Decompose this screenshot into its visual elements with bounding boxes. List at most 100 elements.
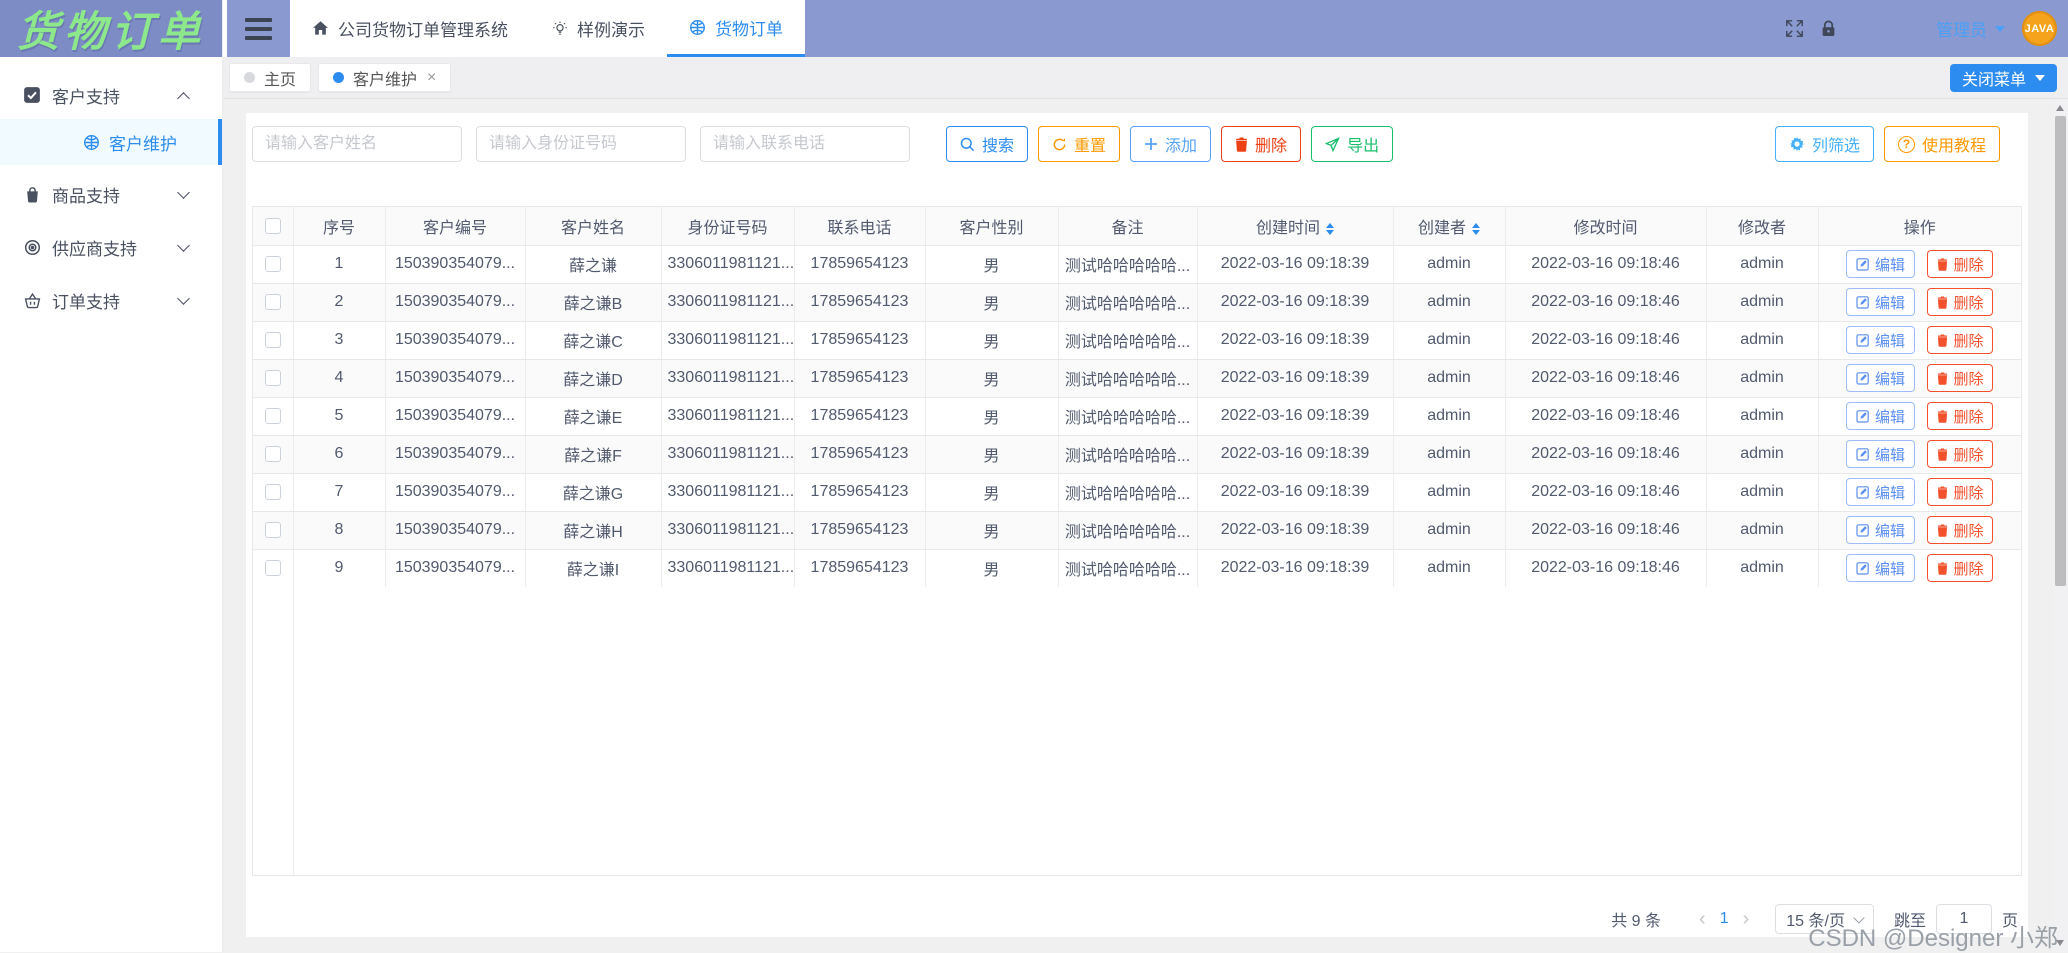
- select-all-checkbox[interactable]: [264, 217, 281, 234]
- nav-item-cargo-orders[interactable]: 货物订单: [667, 0, 805, 57]
- edit-button[interactable]: 编辑: [1846, 402, 1916, 430]
- sidebar-menu: 客户支持 客户维护 商品支持 供应商支持 订单支持: [0, 57, 222, 324]
- search-button[interactable]: 搜索: [946, 126, 1029, 162]
- cell-phone: 17859654123: [794, 549, 926, 588]
- cell-customer-id: 150390354079...: [385, 359, 526, 398]
- row-delete-button[interactable]: 删除: [1927, 516, 1994, 544]
- row-checkbox[interactable]: [264, 369, 281, 386]
- sidebar-item-customer-maintain[interactable]: 客户维护: [0, 119, 222, 165]
- cell-name: 薛之谦E: [525, 397, 662, 436]
- cell-creator: admin: [1393, 397, 1506, 436]
- hamburger-button[interactable]: [227, 0, 290, 57]
- cell-name: 薛之谦F: [525, 435, 662, 474]
- edit-icon: [1856, 257, 1870, 271]
- cell-updated-at: 2022-03-16 09:18:46: [1505, 511, 1707, 550]
- prev-page-button[interactable]: ‹: [1699, 909, 1706, 929]
- sidebar-item-order-support[interactable]: 订单支持: [0, 276, 222, 324]
- row-delete-button[interactable]: 删除: [1927, 478, 1994, 506]
- cell-created-at: 2022-03-16 09:18:39: [1197, 321, 1394, 360]
- cell-updated-at: 2022-03-16 09:18:46: [1505, 397, 1707, 436]
- user-menu[interactable]: 管理员: [1936, 16, 2005, 41]
- edit-button[interactable]: 编辑: [1846, 250, 1916, 278]
- row-delete-button[interactable]: 删除: [1927, 364, 1994, 392]
- avatar[interactable]: JAVA: [2022, 11, 2057, 46]
- tab-dot-icon: [244, 72, 255, 83]
- fullscreen-icon[interactable]: [1785, 19, 1804, 38]
- cell-updated-at: 2022-03-16 09:18:46: [1505, 321, 1707, 360]
- row-delete-button[interactable]: 删除: [1927, 402, 1994, 430]
- scrollbar-thumb[interactable]: [2055, 116, 2066, 586]
- tab-customer-maintain[interactable]: 客户维护 ×: [318, 63, 452, 92]
- row-delete-button[interactable]: 删除: [1927, 288, 1994, 316]
- sidebar-item-customer-support[interactable]: 客户支持: [0, 71, 222, 119]
- nav-item-system[interactable]: 公司货物订单管理系统: [290, 0, 530, 57]
- pagination: 共 9 条 ‹ 1 › 15 条/页 跳至 页: [252, 903, 2022, 935]
- row-checkbox[interactable]: [264, 407, 281, 424]
- cell-gender: 男: [925, 397, 1059, 436]
- caret-down-icon: [1995, 25, 2005, 32]
- reset-button[interactable]: 重置: [1038, 126, 1121, 162]
- edit-button[interactable]: 编辑: [1846, 440, 1916, 468]
- edit-button[interactable]: 编辑: [1846, 478, 1916, 506]
- scroll-up-arrow-icon[interactable]: [2056, 105, 2064, 111]
- row-checkbox[interactable]: [264, 331, 281, 348]
- sidebar-item-supplier-support[interactable]: 供应商支持: [0, 223, 222, 271]
- row-checkbox-cell: [253, 549, 294, 588]
- tab-home[interactable]: 主页: [229, 63, 312, 92]
- cell-actions: 编辑 删除: [1818, 549, 2021, 588]
- next-page-button[interactable]: ›: [1743, 909, 1750, 929]
- sidebar-item-label: 供应商支持: [52, 239, 137, 259]
- delete-button[interactable]: 删除: [1221, 126, 1302, 162]
- trash-icon: [1937, 410, 1948, 423]
- vertical-scrollbar[interactable]: [2053, 99, 2068, 952]
- tutorial-button[interactable]: ? 使用教程: [1883, 126, 2000, 162]
- cell-updater: admin: [1706, 321, 1819, 360]
- edit-icon: [1856, 409, 1870, 423]
- row-checkbox[interactable]: [264, 521, 281, 538]
- chevron-down-icon: [177, 186, 190, 199]
- customer-maintain-icon: [82, 133, 100, 151]
- sort-icon[interactable]: [1326, 222, 1334, 235]
- sidebar-item-goods-support[interactable]: 商品支持: [0, 170, 222, 218]
- lock-icon[interactable]: [1821, 20, 1836, 37]
- edit-button[interactable]: 编辑: [1846, 288, 1916, 316]
- cell-actions: 编辑 删除: [1818, 245, 2021, 284]
- row-delete-button[interactable]: 删除: [1927, 250, 1994, 278]
- row-checkbox[interactable]: [264, 255, 281, 272]
- nav-item-demo[interactable]: 样例演示: [530, 0, 667, 57]
- export-button[interactable]: 导出: [1311, 126, 1394, 162]
- cell-updated-at: 2022-03-16 09:18:46: [1505, 473, 1707, 512]
- customer-name-input[interactable]: [252, 126, 462, 162]
- cell-creator: admin: [1393, 473, 1506, 512]
- row-checkbox[interactable]: [264, 293, 281, 310]
- row-delete-button[interactable]: 删除: [1927, 554, 1994, 582]
- row-delete-button[interactable]: 删除: [1927, 326, 1994, 354]
- cell-gender: 男: [925, 245, 1059, 284]
- edit-button[interactable]: 编辑: [1846, 554, 1916, 582]
- close-menu-button[interactable]: 关闭菜单: [1949, 63, 2057, 92]
- cell-name: 薛之谦C: [525, 321, 662, 360]
- cell-index: 8: [293, 511, 386, 550]
- row-delete-button[interactable]: 删除: [1927, 440, 1994, 468]
- page-number[interactable]: 1: [1720, 910, 1729, 928]
- col-header-created-at[interactable]: 创建时间: [1197, 207, 1394, 246]
- row-checkbox[interactable]: [264, 483, 281, 500]
- sort-icon[interactable]: [1472, 222, 1480, 235]
- id-card-input[interactable]: [476, 126, 686, 162]
- phone-input[interactable]: [700, 126, 910, 162]
- edit-button[interactable]: 编辑: [1846, 516, 1916, 544]
- edit-button[interactable]: 编辑: [1846, 326, 1916, 354]
- close-menu-label: 关闭菜单: [1961, 71, 2026, 89]
- total-count: 共 9 条: [1611, 913, 1662, 930]
- edit-button[interactable]: 编辑: [1846, 364, 1916, 392]
- cell-actions: 编辑 删除: [1818, 283, 2021, 322]
- top-navbar: 公司货物订单管理系统 样例演示 货物订单 管理员 JAVA: [222, 0, 2068, 57]
- add-button[interactable]: 添加: [1130, 126, 1212, 162]
- cell-updated-at: 2022-03-16 09:18:46: [1505, 283, 1707, 322]
- col-header-creator[interactable]: 创建者: [1393, 207, 1506, 246]
- column-filter-button[interactable]: 列筛选: [1774, 126, 1874, 162]
- row-checkbox[interactable]: [264, 559, 281, 576]
- page-tabbar: 主页 客户维护 × 关闭菜单: [222, 57, 2068, 99]
- close-icon[interactable]: ×: [427, 69, 436, 86]
- row-checkbox[interactable]: [264, 445, 281, 462]
